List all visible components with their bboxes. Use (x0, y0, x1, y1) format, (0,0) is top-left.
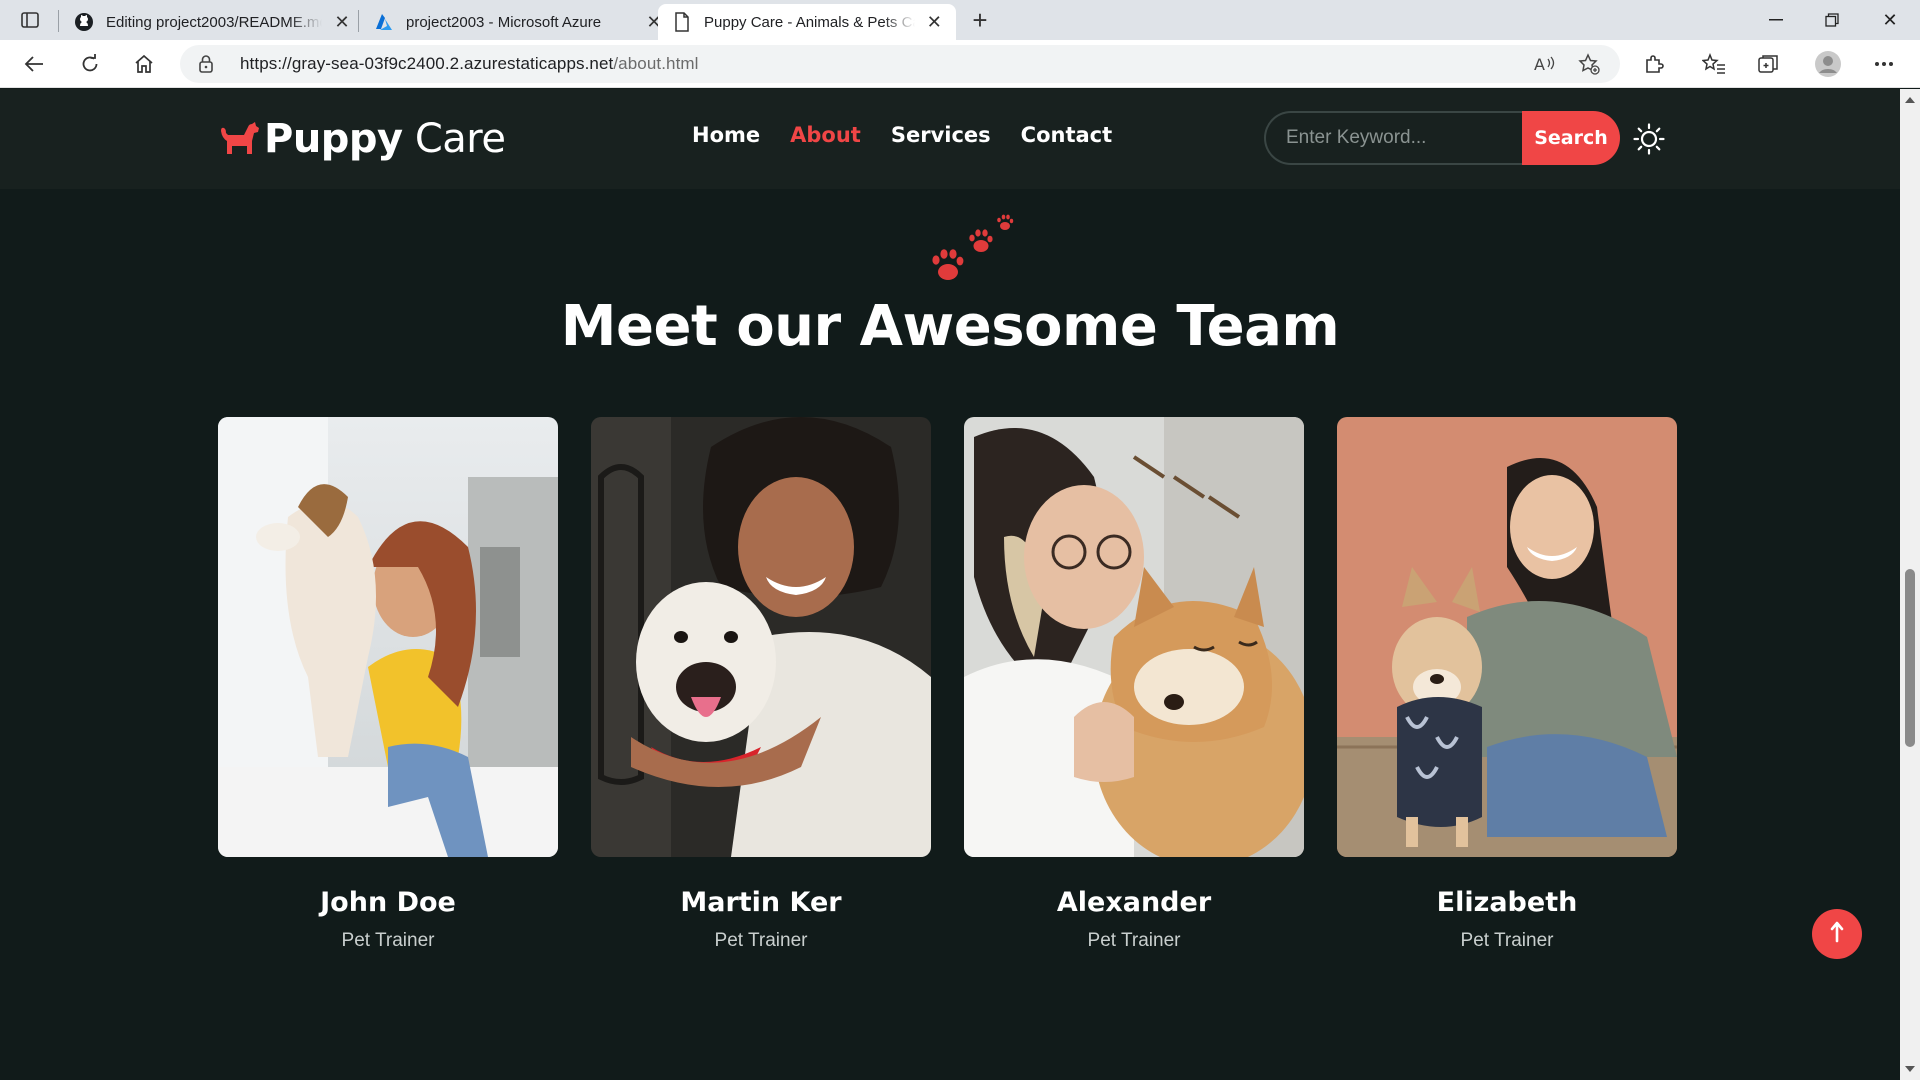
browser-tab-github[interactable]: Editing project2003/README.md ✕ (60, 4, 364, 40)
svg-text:A: A (1534, 55, 1545, 73)
tab-separator (58, 10, 59, 32)
read-aloud-icon[interactable]: A (1532, 52, 1558, 76)
lock-icon[interactable] (198, 54, 214, 79)
new-tab-button[interactable]: + (964, 4, 996, 36)
team-member-role: Pet Trainer (1460, 930, 1554, 951)
scroll-up-icon[interactable] (1905, 97, 1915, 103)
page-scrollbar[interactable] (1900, 89, 1920, 1080)
close-tab-icon[interactable]: ✕ (332, 12, 352, 32)
github-icon (74, 12, 94, 32)
team-member-role: Pet Trainer (341, 930, 435, 951)
search-button[interactable]: Search (1522, 111, 1620, 165)
tab-actions-icon[interactable] (14, 8, 46, 32)
collections-icon[interactable] (1750, 48, 1786, 80)
team-section-title: Meet our Awesome Team (560, 294, 1340, 359)
main-nav: Home About Services Contact (692, 123, 1112, 147)
back-icon[interactable] (16, 48, 52, 80)
arrow-up-icon (1829, 921, 1845, 948)
home-icon[interactable] (126, 48, 162, 80)
sun-icon[interactable] (1632, 122, 1666, 156)
team-member-photo (591, 417, 931, 857)
url-path: /about.html (613, 54, 699, 73)
tab-title: Puppy Care - Animals & Pets Cat (704, 13, 915, 31)
refresh-icon[interactable] (72, 48, 108, 80)
dog-logo-icon (218, 117, 260, 162)
page-icon (672, 12, 692, 32)
nav-about[interactable]: About (790, 123, 861, 147)
browser-tab-puppy-care[interactable]: Puppy Care - Animals & Pets Cat ✕ (658, 4, 956, 40)
back-to-top-button[interactable] (1812, 909, 1862, 959)
team-member-role: Pet Trainer (1087, 930, 1181, 951)
team-member-role: Pet Trainer (714, 930, 808, 951)
browser-tab-azure[interactable]: project2003 - Microsoft Azure ✕ (360, 4, 676, 40)
nav-services[interactable]: Services (891, 123, 991, 147)
more-options-icon[interactable] (1866, 48, 1902, 80)
site-logo[interactable]: Puppy Care (218, 114, 506, 164)
profile-avatar-icon[interactable] (1810, 48, 1846, 80)
favorites-icon[interactable] (1696, 48, 1732, 80)
close-window-icon[interactable]: ✕ (1862, 0, 1918, 40)
nav-contact[interactable]: Contact (1021, 123, 1113, 147)
page-viewport: Puppy Care Home About Services Contact S… (0, 89, 1900, 1080)
paw-prints-icon (918, 214, 1018, 291)
restore-window-icon[interactable] (1804, 0, 1860, 40)
scrollbar-thumb[interactable] (1905, 569, 1915, 747)
close-tab-icon[interactable]: ✕ (925, 12, 944, 32)
address-bar[interactable]: https://gray-sea-03f9c2400.2.azurestatic… (180, 45, 1620, 83)
team-member-card[interactable]: Elizabeth Pet Trainer (1337, 417, 1677, 952)
azure-icon (374, 12, 394, 32)
team-member-card[interactable]: Alexander Pet Trainer (964, 417, 1304, 952)
scroll-down-icon[interactable] (1905, 1066, 1915, 1072)
url-text: https://gray-sea-03f9c2400.2.azurestatic… (240, 54, 699, 74)
team-member-name: Elizabeth (1436, 887, 1578, 918)
team-member-photo (1337, 417, 1677, 857)
extensions-icon[interactable] (1636, 48, 1672, 80)
brand-name: Puppy Care (264, 116, 506, 162)
tab-separator (358, 10, 359, 32)
tab-title: Editing project2003/README.md (106, 13, 322, 31)
browser-tab-bar: Editing project2003/README.md ✕ project2… (0, 0, 1920, 40)
site-header: Puppy Care Home About Services Contact S… (0, 89, 1900, 189)
browser-toolbar: https://gray-sea-03f9c2400.2.azurestatic… (0, 40, 1920, 88)
search-form: Search (1264, 111, 1620, 165)
team-member-name: John Doe (320, 887, 456, 918)
minimize-window-icon[interactable] (1748, 0, 1804, 40)
team-member-name: Alexander (1056, 887, 1212, 918)
brand-name-light: Care (414, 116, 506, 162)
search-input[interactable] (1264, 111, 1522, 165)
tab-title: project2003 - Microsoft Azure (406, 13, 602, 31)
add-favorite-icon[interactable] (1576, 52, 1602, 76)
team-member-card[interactable]: Martin Ker Pet Trainer (591, 417, 931, 952)
brand-name-bold: Puppy (264, 116, 403, 162)
team-member-name: Martin Ker (680, 887, 842, 918)
team-member-photo (218, 417, 558, 857)
url-host: https://gray-sea-03f9c2400.2.azurestatic… (240, 54, 614, 73)
team-member-photo (964, 417, 1304, 857)
nav-home[interactable]: Home (692, 123, 760, 147)
team-member-card[interactable]: John Doe Pet Trainer (218, 417, 558, 952)
